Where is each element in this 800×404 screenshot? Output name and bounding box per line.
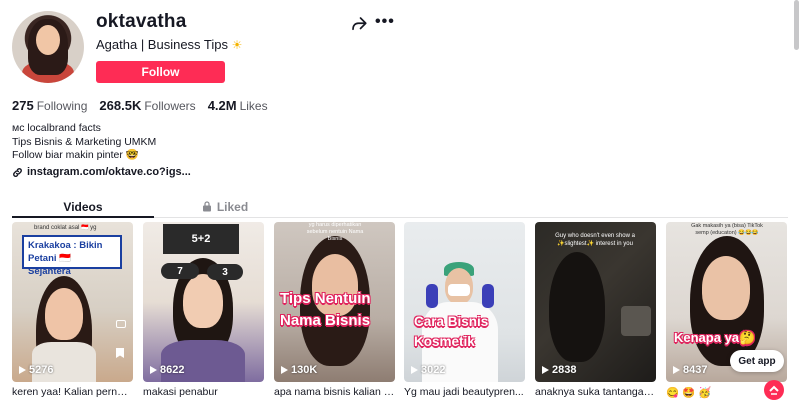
- tab-videos[interactable]: Videos: [12, 196, 154, 217]
- video-card[interactable]: Gak makasih ya (bisa) TikTok semp (educa…: [666, 222, 787, 399]
- video-thumbnail[interactable]: Cara Bisnis Kosmetik 3022: [404, 222, 525, 382]
- play-icon: [542, 366, 549, 374]
- video-thumbnail[interactable]: Guy who doesn't even show a ✨slightest✨ …: [535, 222, 656, 382]
- video-caption[interactable]: apa nama bisnis kalian &...: [274, 386, 395, 398]
- person-face-shape: [183, 274, 223, 328]
- profile-username: oktavatha: [96, 11, 187, 32]
- video-thumbnail[interactable]: 5+2 7 3 8622: [143, 222, 264, 382]
- video-card[interactable]: yg harus diperhatikan sebelum nentuin Na…: [274, 222, 395, 398]
- lock-icon: [202, 201, 211, 212]
- profile-nickname: Agatha | Business Tips ☀: [96, 37, 242, 52]
- overlay-text: Guy who doesn't even show a ✨slightest✨ …: [555, 233, 635, 247]
- bio-line: Follow biar makin pinter 🤓: [12, 149, 139, 161]
- person-face-shape: [702, 256, 750, 320]
- person-hair-shape: [549, 252, 605, 362]
- view-count: 8437: [673, 364, 707, 376]
- play-icon: [281, 366, 288, 374]
- overlay-option-b: 3: [207, 264, 243, 280]
- video-card[interactable]: 5+2 7 3 8622 makasi penabur: [143, 222, 264, 398]
- tab-liked-label: Liked: [216, 199, 249, 214]
- video-grid: brand coklat asal 🇮🇩 yg Krakakoa : Bikin…: [12, 222, 788, 404]
- follow-button[interactable]: Follow: [96, 61, 225, 83]
- active-tab-indicator: [12, 216, 154, 218]
- video-caption[interactable]: keren yaa! Kalian pernah...: [12, 386, 133, 398]
- page-scrollbar[interactable]: [794, 0, 799, 50]
- video-card[interactable]: Guy who doesn't even show a ✨slightest✨ …: [535, 222, 656, 398]
- view-count: 3022: [411, 364, 445, 376]
- person-face-shape: [45, 288, 83, 340]
- video-card[interactable]: Cara Bisnis Kosmetik 3022 Yg mau jadi be…: [404, 222, 525, 398]
- side-action-icons: [116, 320, 128, 368]
- view-count: 8622: [150, 364, 184, 376]
- profile-bio: ᴍᴄ localbrand facts Tips Bisnis & Market…: [12, 122, 156, 163]
- face-mask-shape: [448, 284, 470, 296]
- get-app-button[interactable]: Get app: [730, 350, 784, 372]
- video-thumbnail[interactable]: brand coklat asal 🇮🇩 yg Krakakoa : Bikin…: [12, 222, 133, 382]
- overlay-title: Tips Nentuin Nama Bisnis: [280, 290, 371, 329]
- bio-line: Tips Bisnis & Marketing UMKM: [12, 135, 157, 148]
- overlay-title: Cara Bisnis Kosmetik: [414, 314, 489, 349]
- sun-emoji-icon: ☀: [231, 38, 243, 52]
- followers-stat[interactable]: 268.5K Followers: [99, 98, 195, 113]
- link-icon: [13, 167, 22, 177]
- link-text: instagram.com/oktave.co?igs...: [27, 166, 191, 178]
- view-count: 2838: [542, 364, 576, 376]
- video-caption[interactable]: Yg mau jadi beautypren...: [404, 386, 525, 398]
- more-options-icon[interactable]: •••: [375, 14, 394, 33]
- profile-tabs: Videos Liked: [12, 196, 788, 218]
- overlay-title: Kenapa ya🤔: [674, 330, 756, 345]
- bio-line: ᴍᴄ localbrand facts: [12, 122, 101, 134]
- view-count: 5276: [19, 364, 53, 376]
- shelf-shape: [621, 306, 651, 336]
- video-caption[interactable]: anaknya suka tantangan ...: [535, 386, 656, 398]
- profile-link[interactable]: instagram.com/oktave.co?igs...: [12, 166, 191, 178]
- profile-avatar: [12, 11, 84, 83]
- scroll-top-button[interactable]: [764, 380, 784, 400]
- video-caption[interactable]: makasi penabur: [143, 386, 264, 398]
- share-icon[interactable]: [350, 15, 368, 33]
- play-icon: [411, 366, 418, 374]
- overlay-equation: 5+2: [163, 224, 239, 254]
- play-icon: [673, 366, 680, 374]
- overlay-text: Gak makasih ya (bisa) TikTok semp (educa…: [691, 223, 763, 236]
- person-shirt-shape: [32, 342, 96, 382]
- play-icon: [19, 366, 26, 374]
- following-stat[interactable]: 275 Following: [12, 98, 87, 113]
- glove-right-shape: [482, 284, 494, 308]
- overlay-option-a: 7: [161, 263, 199, 279]
- tab-liked[interactable]: Liked: [154, 196, 296, 217]
- profile-stats: 275 Following 268.5K Followers 4.2M Likes: [12, 98, 268, 113]
- avatar-face-shape: [36, 25, 60, 55]
- arrow-up-icon: [769, 385, 779, 395]
- video-thumbnail[interactable]: yg harus diperhatikan sebelum nentuin Na…: [274, 222, 395, 382]
- overlay-text: brand coklat asal 🇮🇩 yg: [34, 225, 97, 231]
- play-icon: [150, 366, 157, 374]
- nickname-text: Agatha | Business Tips: [96, 37, 229, 52]
- video-card[interactable]: brand coklat asal 🇮🇩 yg Krakakoa : Bikin…: [12, 222, 133, 398]
- glove-left-shape: [426, 284, 438, 308]
- likes-stat: 4.2M Likes: [207, 98, 268, 113]
- overlay-text: yg harus diperhatikan sebelum nentuin Na…: [306, 222, 364, 242]
- view-count: 130K: [281, 364, 317, 376]
- overlay-title-box: Krakakoa : Bikin Petani 🇮🇩 Sejahtera: [22, 235, 122, 277]
